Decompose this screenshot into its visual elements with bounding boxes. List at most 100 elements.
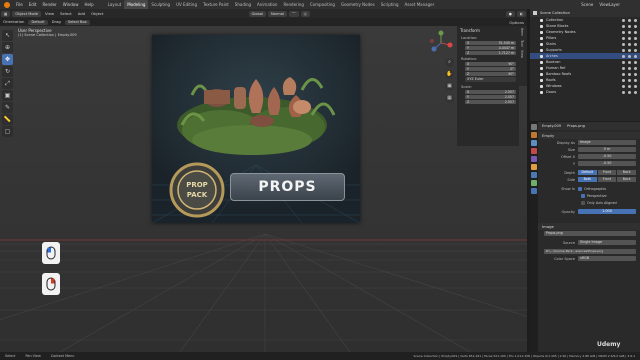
- constraints-props-tab-icon[interactable]: [531, 180, 537, 186]
- checkbox-icon[interactable]: [622, 60, 625, 64]
- checkbox-icon[interactable]: [622, 48, 625, 52]
- perspective-toggle-icon[interactable]: ▦: [445, 94, 454, 103]
- workspace-tab-texture-paint[interactable]: Texture Paint: [200, 0, 232, 9]
- rotation-y-field[interactable]: Y 0°: [465, 67, 516, 71]
- shading-material-button[interactable]: ◐: [516, 10, 526, 17]
- checkbox-icon[interactable]: [622, 84, 625, 88]
- eye-icon[interactable]: [628, 90, 631, 94]
- rotate-tool-icon[interactable]: ↻: [2, 66, 13, 77]
- cursor-tool-icon[interactable]: ⊕: [2, 42, 13, 53]
- camera-icon[interactable]: [634, 90, 637, 94]
- side-both-button[interactable]: Both: [578, 177, 597, 182]
- menu-view[interactable]: View: [42, 9, 57, 18]
- checkbox-icon[interactable]: [622, 54, 625, 58]
- zoom-icon[interactable]: ⌕: [445, 58, 454, 67]
- camera-icon[interactable]: [634, 42, 637, 46]
- mode-dropdown[interactable]: Object Mode: [12, 10, 42, 17]
- camera-icon[interactable]: [634, 66, 637, 70]
- pivot-dropdown[interactable]: Normal: [267, 10, 287, 17]
- pan-hand-icon[interactable]: ✋: [445, 70, 454, 79]
- depth-front-button[interactable]: Front: [597, 170, 617, 175]
- workspace-tab-asset-manager[interactable]: Asset Manager: [402, 0, 438, 9]
- checkbox-icon[interactable]: [622, 24, 625, 28]
- empty-section-header[interactable]: Empty: [530, 132, 640, 139]
- camera-icon[interactable]: [634, 78, 637, 82]
- drag-value-dropdown[interactable]: Select Box: [64, 19, 90, 25]
- menu-file[interactable]: File: [13, 0, 26, 9]
- editor-type-button[interactable]: ▦: [1, 10, 11, 17]
- camera-icon[interactable]: [634, 24, 637, 28]
- offset-y-field[interactable]: -0.50: [578, 161, 636, 166]
- rotation-x-field[interactable]: X 90°: [465, 62, 516, 66]
- checkbox-icon[interactable]: [622, 36, 625, 40]
- world-props-tab-icon[interactable]: [531, 156, 537, 162]
- move-tool-icon[interactable]: ✥: [2, 54, 13, 65]
- menu-render[interactable]: Render: [39, 0, 59, 9]
- object-props-tab-icon[interactable]: [531, 164, 537, 170]
- outliner-item[interactable]: Doors: [530, 89, 640, 95]
- tweak-tool-icon[interactable]: ↖: [2, 30, 13, 41]
- eye-icon[interactable]: [628, 66, 631, 70]
- workspace-tab-animation[interactable]: Animation: [254, 0, 280, 9]
- tab-tool[interactable]: Tool: [519, 38, 525, 49]
- data-props-tab-icon[interactable]: [531, 188, 537, 194]
- opacity-slider[interactable]: 1.000: [578, 209, 636, 214]
- workspace-tab-shading[interactable]: Shading: [232, 0, 254, 9]
- eye-icon[interactable]: [628, 54, 631, 58]
- eye-icon[interactable]: [628, 18, 631, 22]
- orthographic-checkbox[interactable]: [578, 186, 582, 191]
- scene-selector[interactable]: Scene: [578, 0, 596, 9]
- shading-solid-button[interactable]: ●: [505, 10, 515, 17]
- workspace-tab-geometry-nodes[interactable]: Geometry Nodes: [338, 0, 378, 9]
- offset-x-field[interactable]: -0.50: [578, 154, 636, 159]
- eye-icon[interactable]: [628, 36, 631, 40]
- eye-icon[interactable]: [628, 42, 631, 46]
- eye-icon[interactable]: [628, 24, 631, 28]
- checkbox-icon[interactable]: [622, 18, 625, 22]
- proportional-edit-toggle[interactable]: ◎: [300, 10, 310, 17]
- checkbox-icon[interactable]: [622, 90, 625, 94]
- eye-icon[interactable]: [628, 72, 631, 76]
- camera-icon[interactable]: [634, 36, 637, 40]
- scale-tool-icon[interactable]: ⤢: [2, 78, 13, 89]
- scale-y-field[interactable]: Y 2.557: [465, 95, 516, 99]
- eye-icon[interactable]: [628, 30, 631, 34]
- workspace-tab-scripting[interactable]: Scripting: [378, 0, 402, 9]
- transform-tool-icon[interactable]: ▣: [2, 90, 13, 101]
- workspace-tab-rendering[interactable]: Rendering: [280, 0, 306, 9]
- object-name-label[interactable]: Empty.009: [542, 124, 561, 128]
- menu-select[interactable]: Select: [57, 9, 75, 18]
- rotation-mode-dropdown[interactable]: XYZ Euler: [465, 77, 516, 82]
- measure-tool-icon[interactable]: 📏: [2, 114, 13, 125]
- checkbox-icon[interactable]: [622, 66, 625, 70]
- tool-props-tab-icon[interactable]: [531, 124, 537, 130]
- image-name-label[interactable]: Props.png: [567, 124, 585, 128]
- annotate-tool-icon[interactable]: ✎: [2, 102, 13, 113]
- perspective-checkbox[interactable]: [581, 193, 585, 198]
- menu-object[interactable]: Object: [88, 9, 106, 18]
- scale-z-field[interactable]: Z 2.557: [465, 100, 516, 104]
- filepath-field[interactable]: D:\...\Course Pack...erences\Props.png: [544, 249, 636, 254]
- only-axis-aligned-checkbox[interactable]: [581, 200, 585, 205]
- checkbox-icon[interactable]: [622, 78, 625, 82]
- location-y-field[interactable]: Y 4.4447 m: [465, 46, 516, 50]
- image-datablock-field[interactable]: Props.png: [544, 231, 636, 236]
- side-front-button[interactable]: Front: [597, 177, 617, 182]
- side-back-button[interactable]: Back: [617, 177, 637, 182]
- camera-view-icon[interactable]: ▣: [445, 82, 454, 91]
- camera-icon[interactable]: [634, 18, 637, 22]
- snap-toggle[interactable]: ⌒: [289, 10, 299, 17]
- workspace-tab-uv-editing[interactable]: UV Editing: [173, 0, 200, 9]
- menu-window[interactable]: Window: [60, 0, 82, 9]
- location-x-field[interactable]: X 51.545 m: [465, 41, 516, 45]
- eye-icon[interactable]: [628, 78, 631, 82]
- scene-props-tab-icon[interactable]: [531, 148, 537, 154]
- orientation-value-dropdown[interactable]: Default: [28, 19, 48, 25]
- eye-icon[interactable]: [628, 84, 631, 88]
- workspace-tab-layout[interactable]: Layout: [105, 0, 125, 9]
- rotation-z-field[interactable]: Z 90°: [465, 72, 516, 76]
- source-dropdown[interactable]: Single Image: [578, 240, 636, 245]
- menu-help[interactable]: Help: [81, 0, 96, 9]
- camera-icon[interactable]: [634, 54, 637, 58]
- navigation-gizmo[interactable]: [428, 30, 454, 56]
